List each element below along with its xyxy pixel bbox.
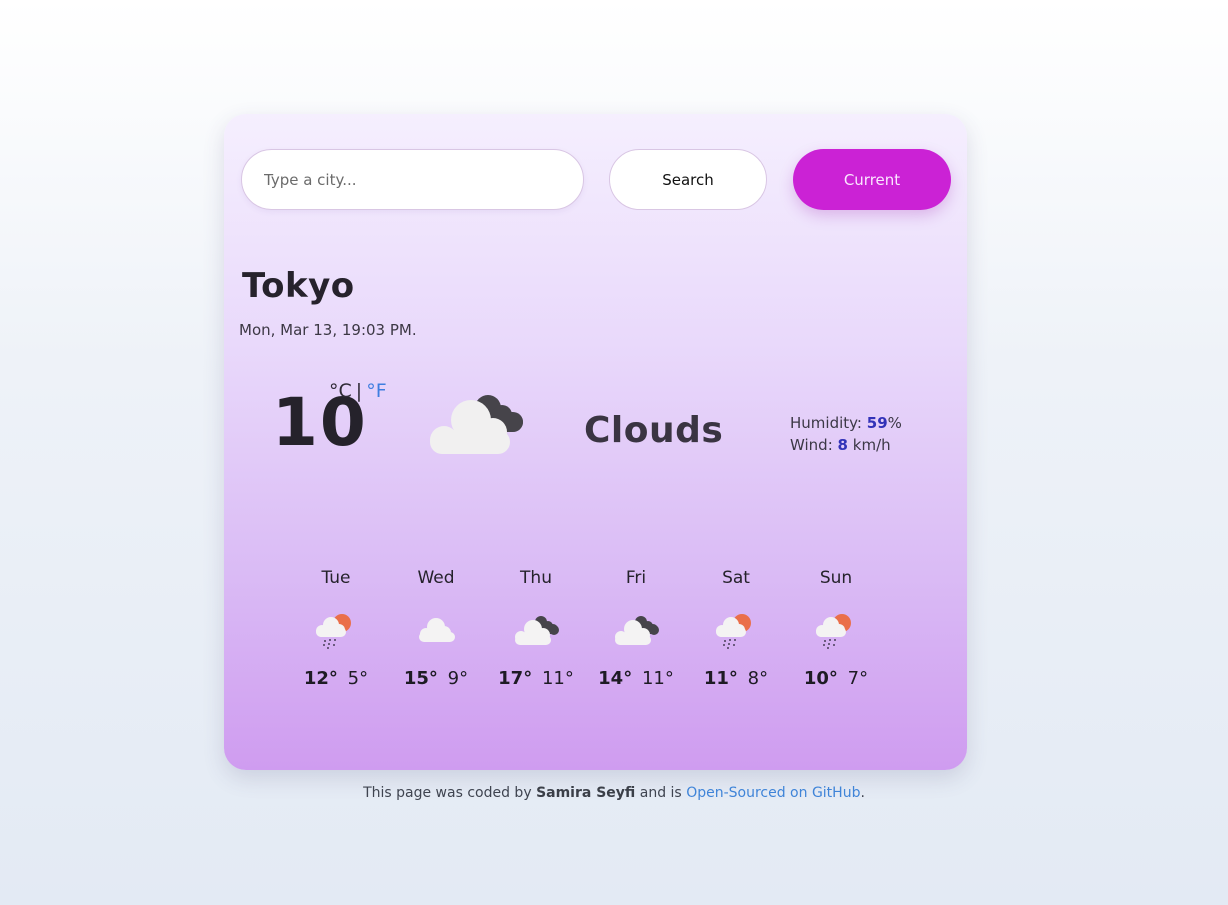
rain-sun-icon [311,610,361,650]
forecast-temps: 15° 9° [404,668,468,689]
forecast-min: 11° [541,668,574,689]
humidity-value: 59 [866,414,888,432]
wind-unit: km/h [852,436,891,454]
cloud-icon [411,610,461,650]
rain-sun-icon [811,610,861,650]
city-search-input[interactable] [241,149,584,210]
forecast-min: 8° [747,668,769,689]
forecast-temps: 12° 5° [304,668,368,689]
city-name: Tokyo [242,266,355,306]
humidity-label: Humidity: [790,414,862,432]
current-location-button[interactable]: Current [793,149,951,210]
forecast-day-name: Tue [321,568,351,588]
footer: This page was coded by Samira Seyfi and … [0,785,1228,801]
humidity-unit: % [887,414,902,432]
broken-clouds-icon [511,610,561,650]
fahrenheit-link[interactable]: °F [366,380,386,402]
forecast-day-name: Fri [625,568,647,588]
forecast-min: 11° [641,668,674,689]
weather-condition: Clouds [584,410,724,451]
broken-clouds-icon [611,610,661,650]
github-link[interactable]: Open-Sourced on GitHub [686,785,860,801]
forecast-day-name: Sun [819,568,853,588]
footer-author: Samira Seyfi [536,785,636,801]
forecast-min: 7° [847,668,869,689]
forecast-day: Thu 17° 11° [486,568,586,689]
forecast-temps: 11° 8° [704,668,768,689]
forecast-day-name: Sat [722,568,750,588]
date-time: Mon, Mar 13, 19:03 PM. [239,321,417,339]
unit-separator: | [355,380,363,402]
forecast-max: 14° [598,668,633,689]
search-button[interactable]: Search [609,149,767,210]
humidity: Humidity: 59% [790,412,902,434]
forecast-max: 12° [303,668,338,689]
forecast-max: 11° [703,668,738,689]
footer-prefix: This page was coded by [363,785,532,801]
forecast-temps: 10° 7° [804,668,868,689]
wind: Wind: 8 km/h [790,434,902,456]
forecast-temps: 17° 11° [498,668,574,689]
forecast-min: 5° [347,668,369,689]
forecast-max: 17° [498,668,533,689]
forecast-row: Tue 12° 5° Wed 15° 9° Thu 17° 11° Fri 14… [286,568,886,689]
forecast-temps: 14° 11° [598,668,674,689]
forecast-day: Tue 12° 5° [286,568,386,689]
celsius-link[interactable]: °C [329,380,352,402]
broken-clouds-icon [430,395,523,454]
wind-label: Wind: [790,436,833,454]
forecast-min: 9° [447,668,469,689]
forecast-day: Sat 11° 8° [686,568,786,689]
forecast-day-name: Wed [417,568,455,588]
weather-details: Humidity: 59% Wind: 8 km/h [790,412,902,456]
rain-sun-icon [711,610,761,650]
unit-toggle: °C | °F [329,380,387,402]
forecast-day: Sun 10° 7° [786,568,886,689]
forecast-day-name: Thu [520,568,552,588]
footer-middle: and is [639,785,682,801]
forecast-max: 10° [803,668,838,689]
forecast-day: Wed 15° 9° [386,568,486,689]
forecast-day: Fri 14° 11° [586,568,686,689]
weather-card: Search Current Tokyo Mon, Mar 13, 19:03 … [224,114,967,770]
wind-value: 8 [837,436,848,454]
forecast-max: 15° [403,668,438,689]
footer-suffix: . [860,785,865,801]
